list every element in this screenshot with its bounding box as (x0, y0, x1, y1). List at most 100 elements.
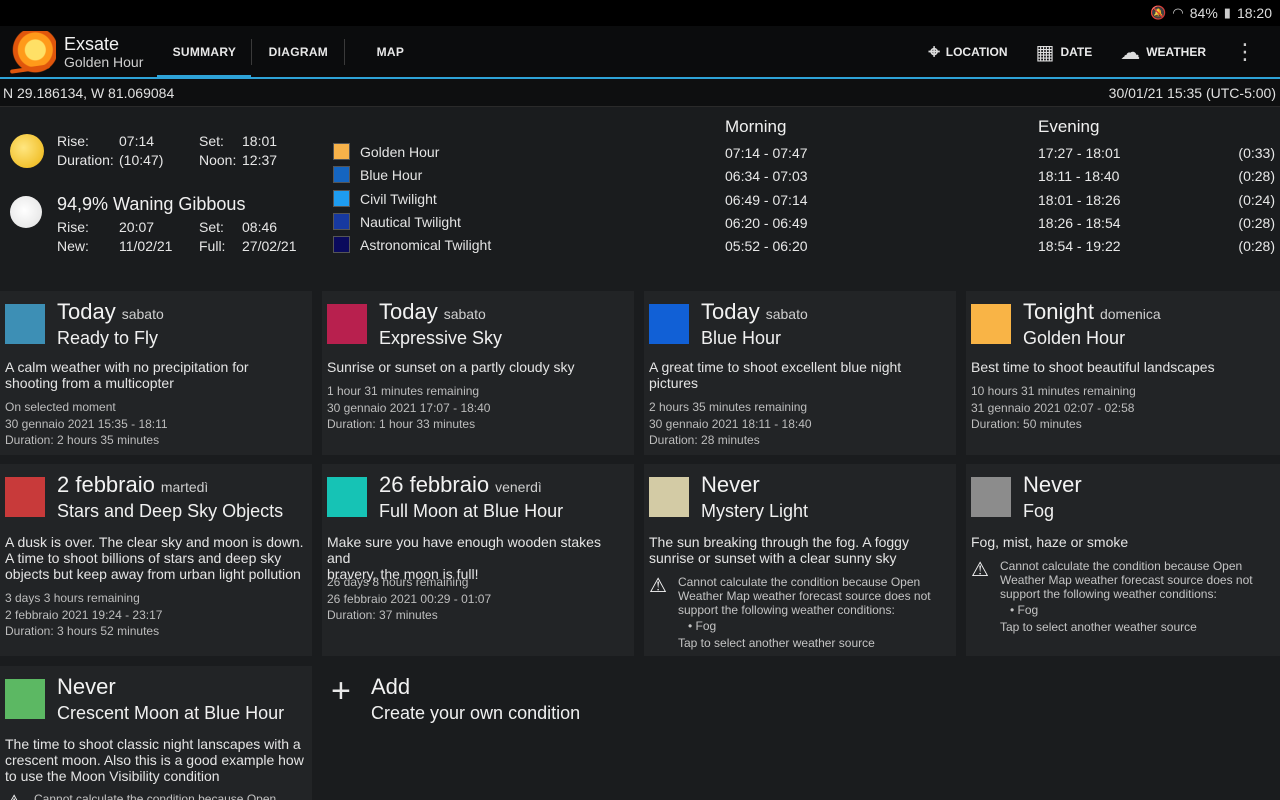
condition-card-crescent-moon[interactable]: Never Crescent Moon at Blue Hour The tim… (0, 666, 312, 800)
moon-new-label: New: (57, 238, 89, 254)
select-weather-source-link[interactable]: Tap to select another weather source (678, 636, 949, 650)
weekday: sabato (443, 306, 486, 322)
morning-time: 07:14 - 07:47 (725, 145, 808, 161)
select-weather-source-link[interactable]: Tap to select another weather source (1000, 620, 1271, 634)
meta-line: 30 gennaio 2021 17:07 - 18:40 (327, 400, 491, 415)
tab-bar: SUMMARY DIAGRAM MAP (157, 26, 435, 78)
condition-when: Tonight domenica (1023, 299, 1161, 325)
warning-line: Cannot calculate the condition because O… (34, 792, 277, 800)
weather-button[interactable]: ☁ WEATHER (1120, 40, 1206, 65)
condition-description: A dusk is over. The clear sky and moon i… (5, 534, 305, 582)
condition-card-golden-hour[interactable]: Tonight domenica Golden Hour Best time to… (966, 291, 1280, 455)
sun-noon: 12:37 (242, 152, 278, 168)
coordinates-bar: N 29.186134, W 81.069084 30/01/21 15:35 … (0, 79, 1280, 107)
tab-summary[interactable]: SUMMARY (157, 26, 252, 78)
sun-rise: 07:14 (119, 133, 155, 149)
warning-line: Weather Map weather forecast source does… (678, 589, 931, 603)
meta-line: Duration: 28 minutes (649, 433, 760, 447)
add-condition-button[interactable]: + Add Create your own condition (322, 666, 634, 800)
app-subtitle: Golden Hour (64, 54, 144, 71)
morning-time: 05:52 - 06:20 (725, 238, 808, 254)
battery-level: 84% (1189, 5, 1218, 21)
evening-duration: (0:33) (1238, 145, 1275, 161)
sun-set-label: Set: (199, 133, 224, 149)
condition-when: Never (701, 472, 760, 498)
add-label: Add (371, 674, 411, 699)
condition-card-stars-deep-sky[interactable]: 2 febbraio martedì Stars and Deep Sky Obj… (0, 464, 312, 656)
condition-description: A great time to shoot excellent blue nig… (649, 359, 949, 391)
meta-line: Duration: 1 hour 33 minutes (327, 417, 476, 431)
condition-color-swatch (327, 304, 367, 344)
condition-color-swatch (327, 477, 367, 517)
coordinates: N 29.186134, W 81.069084 (3, 84, 175, 101)
condition-card-mystery-light[interactable]: Never Mystery Light The sun breaking thr… (644, 464, 956, 656)
warning-bullet: • Fog (1010, 603, 1039, 617)
moon-set-label: Set: (199, 219, 224, 235)
evening-time: 18:54 - 19:22 (1038, 238, 1121, 254)
crosshair-icon: ⌖ (928, 40, 940, 63)
moon-full: 27/02/21 (242, 238, 297, 254)
legend-label: Blue Hour (360, 166, 423, 183)
legend-item-civil-twilight: Civil Twilight (333, 190, 437, 207)
condition-title: Golden Hour (1023, 328, 1126, 348)
condition-color-swatch (649, 304, 689, 344)
meta-line: On selected moment (5, 400, 116, 414)
meta-line: 10 hours 31 minutes remaining (971, 384, 1136, 398)
meta-line: 31 gennaio 2021 02:07 - 02:58 (971, 400, 1135, 415)
condition-meta: 10 hours 31 minutes remaining 31 gennaio… (971, 383, 1136, 433)
date-button[interactable]: ▦ DATE (1036, 40, 1093, 65)
weekday: sabato (765, 306, 808, 322)
meta-line: 3 days 3 hours remaining (5, 591, 140, 605)
when-text: 2 febbraio (57, 472, 155, 497)
moon-rise-label: Rise: (57, 219, 89, 235)
weather-source-warning[interactable]: ⚠ Cannot calculate the condition because… (649, 575, 949, 650)
plus-icon: + (331, 672, 351, 710)
add-sublabel: Create your own condition (371, 703, 581, 723)
moon-phase: 94,9% Waning Gibbous (57, 194, 246, 214)
tab-diagram[interactable]: DIAGRAM (252, 26, 344, 78)
moon-rise: 20:07 (119, 219, 155, 235)
warning-icon: ⚠ (649, 575, 667, 597)
description-line: shooting from a multicopter (5, 375, 174, 391)
weather-source-warning[interactable]: ⚠ Cannot calculate the condition because… (971, 559, 1271, 634)
condition-title: Fog (1023, 501, 1055, 521)
tab-map[interactable]: MAP (345, 26, 435, 78)
battery-icon: ▮ (1223, 5, 1231, 20)
condition-card-expressive-sky[interactable]: Today sabato Expressive Sky Sunrise or su… (322, 291, 634, 455)
legend-swatch (333, 236, 350, 253)
legend-swatch (333, 213, 350, 230)
meta-line: 2 febbraio 2021 19:24 - 23:17 (5, 607, 163, 622)
condition-meta: 26 days 8 hours remaining 26 febbraio 20… (327, 574, 491, 624)
warning-line: support the following weather conditions… (1000, 587, 1217, 601)
warning-line: Weather Map weather forecast source does… (1000, 573, 1253, 587)
description-line: sunrise or sunset with a clear sunny sky (649, 550, 897, 566)
condition-card-ready-to-fly[interactable]: Today sabato Ready to Fly A calm weather … (0, 291, 312, 455)
morning-time: 06:20 - 06:49 (725, 215, 808, 231)
condition-title: Mystery Light (701, 501, 809, 521)
sun-icon (10, 134, 44, 168)
condition-card-fog[interactable]: Never Fog Fog, mist, haze or smoke ⚠ Can… (966, 464, 1280, 656)
condition-card-full-moon-blue-hour[interactable]: 26 febbraio venerdì Full Moon at Blue Hou… (322, 464, 634, 656)
weekday: domenica (1099, 306, 1161, 322)
clock: 18:20 (1236, 5, 1272, 21)
meta-line: Duration: 37 minutes (327, 608, 438, 622)
location-label: LOCATION (945, 45, 1008, 59)
description-line: The sun breaking through the fog. A fogg… (649, 534, 909, 550)
meta-line: Duration: 2 hours 35 minutes (5, 433, 160, 447)
description-line: A great time to shoot excellent blue nig… (649, 359, 902, 375)
condition-when: Today sabato (379, 299, 486, 325)
condition-description: Fog, mist, haze or smoke (971, 534, 1271, 550)
condition-when: 26 febbraio venerdì (379, 472, 542, 498)
description-line: A dusk is over. The clear sky and moon i… (5, 534, 304, 550)
meta-line: 2 hours 35 minutes remaining (649, 400, 808, 414)
condition-description: The time to shoot classic night lanscape… (5, 736, 305, 784)
condition-card-blue-hour[interactable]: Today sabato Blue Hour A great time to sh… (644, 291, 956, 455)
weather-source-warning[interactable]: ⚠ Cannot calculate the condition because… (5, 792, 305, 800)
legend-item-blue-hour: Blue Hour (333, 166, 422, 183)
location-button[interactable]: ⌖ LOCATION (928, 41, 1007, 64)
overflow-menu-icon[interactable]: ⋮ (1234, 41, 1256, 63)
legend-item-golden-hour: Golden Hour (333, 143, 439, 160)
legend-item-nautical-twilight: Nautical Twilight (333, 213, 461, 230)
condition-when: Today sabato (701, 299, 808, 325)
legend-label: Civil Twilight (360, 190, 437, 207)
